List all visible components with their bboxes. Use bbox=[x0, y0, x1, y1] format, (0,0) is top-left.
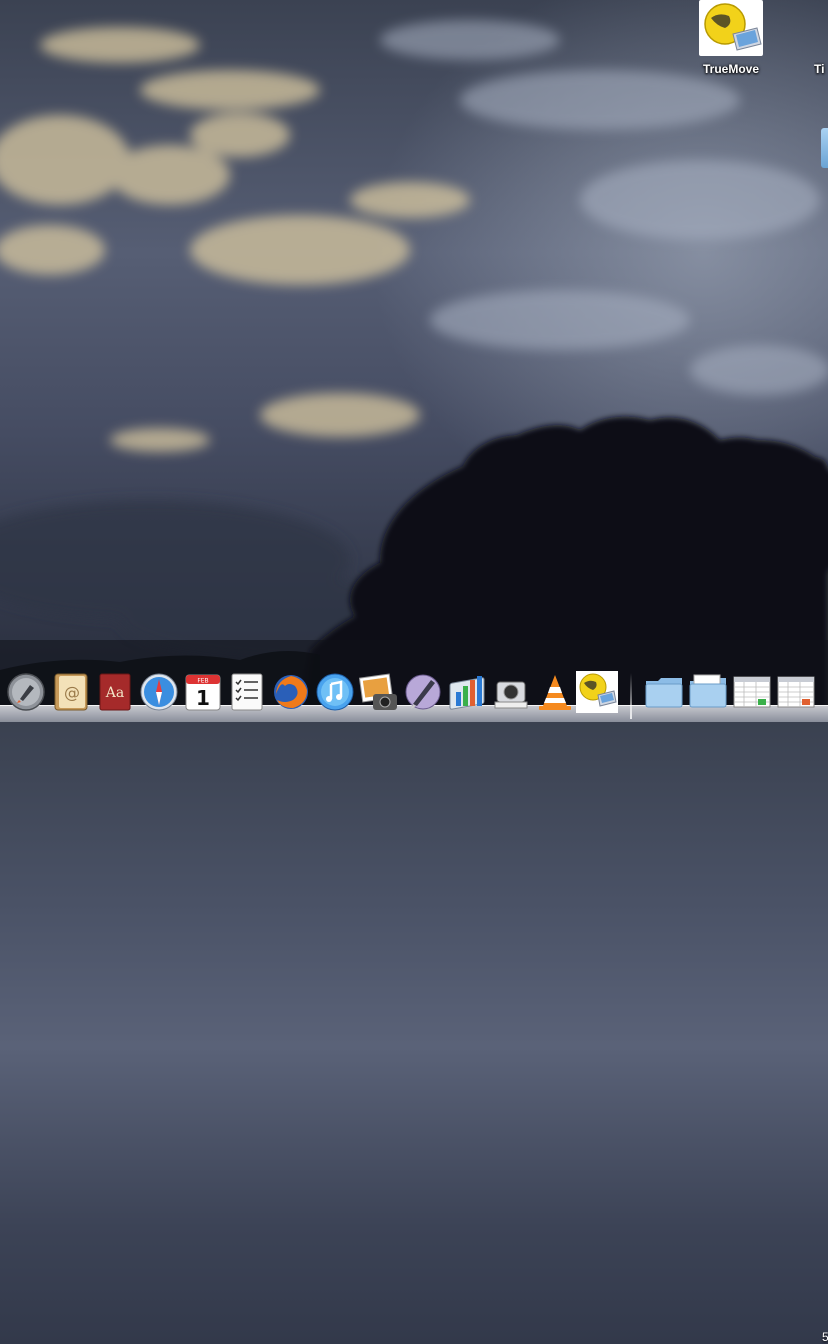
dock-item-numbers[interactable] bbox=[446, 670, 488, 714]
desktop-wallpaper bbox=[0, 0, 828, 722]
safari-compass-icon bbox=[140, 673, 178, 711]
address-book-icon: @ bbox=[54, 673, 88, 711]
dock-item-contacts[interactable]: @ bbox=[50, 670, 92, 714]
dictionary-icon: Aa bbox=[99, 673, 131, 711]
dock-item-truemove[interactable] bbox=[576, 670, 618, 714]
folder-icon bbox=[689, 674, 727, 708]
numbers-chart-icon bbox=[449, 676, 485, 710]
desktop-icon-truemove[interactable]: TrueMove bbox=[696, 0, 766, 76]
calendar-icon: FEB 1 bbox=[185, 674, 221, 711]
preview-pen-icon bbox=[405, 674, 441, 710]
document-spreadsheet-icon bbox=[777, 676, 815, 708]
dock-item-vlc[interactable] bbox=[534, 670, 576, 714]
itunes-note-icon bbox=[316, 673, 354, 711]
document-spreadsheet-icon bbox=[733, 676, 771, 708]
folder-icon bbox=[645, 678, 683, 708]
image-capture-camera-icon bbox=[494, 681, 528, 709]
desktop-icon-label: TrueMove bbox=[702, 62, 759, 76]
reminders-checklist-icon bbox=[231, 673, 263, 711]
dock-item-safari[interactable] bbox=[138, 670, 180, 714]
dock-item-image-capture[interactable] bbox=[490, 670, 532, 714]
desktop-icon-label: Ti bbox=[814, 62, 825, 76]
dock-item-folder[interactable] bbox=[687, 670, 729, 714]
dock-item-document[interactable] bbox=[775, 670, 817, 714]
dock-item-dictionary[interactable]: Aa bbox=[94, 670, 136, 714]
truemove-globe-laptop-icon bbox=[576, 671, 618, 713]
dock-item-calendar[interactable]: FEB 1 bbox=[182, 670, 224, 714]
dock-item-folder[interactable] bbox=[643, 670, 685, 714]
dock-item-itunes[interactable] bbox=[314, 670, 356, 714]
dock-item-preview[interactable] bbox=[402, 670, 444, 714]
launchpad-rocket-icon bbox=[7, 673, 45, 711]
folder-icon[interactable] bbox=[821, 128, 828, 168]
dock-item-firefox[interactable] bbox=[270, 670, 312, 714]
desktop-icon-partial[interactable]: Ti bbox=[814, 62, 828, 76]
calendar-month-text: FEB bbox=[197, 678, 208, 685]
iphoto-camera-icon bbox=[359, 673, 397, 710]
truemove-globe-laptop-icon bbox=[699, 0, 763, 56]
dock-item-launchpad[interactable] bbox=[5, 670, 47, 714]
svg-text:@: @ bbox=[64, 683, 80, 702]
svg-text:Aa: Aa bbox=[105, 685, 124, 701]
dock-item-reminders[interactable] bbox=[226, 670, 268, 714]
vlc-cone-icon bbox=[539, 675, 571, 710]
dock: @ Aa FEB 1 5 bbox=[0, 664, 828, 1344]
dock-item-document[interactable] bbox=[731, 670, 773, 714]
dock-item-iphoto[interactable] bbox=[358, 670, 400, 714]
firefox-icon bbox=[274, 675, 308, 709]
dock-separator bbox=[630, 673, 632, 719]
edge-text: 5 bbox=[822, 1330, 828, 1344]
calendar-day-text: 1 bbox=[196, 686, 210, 710]
